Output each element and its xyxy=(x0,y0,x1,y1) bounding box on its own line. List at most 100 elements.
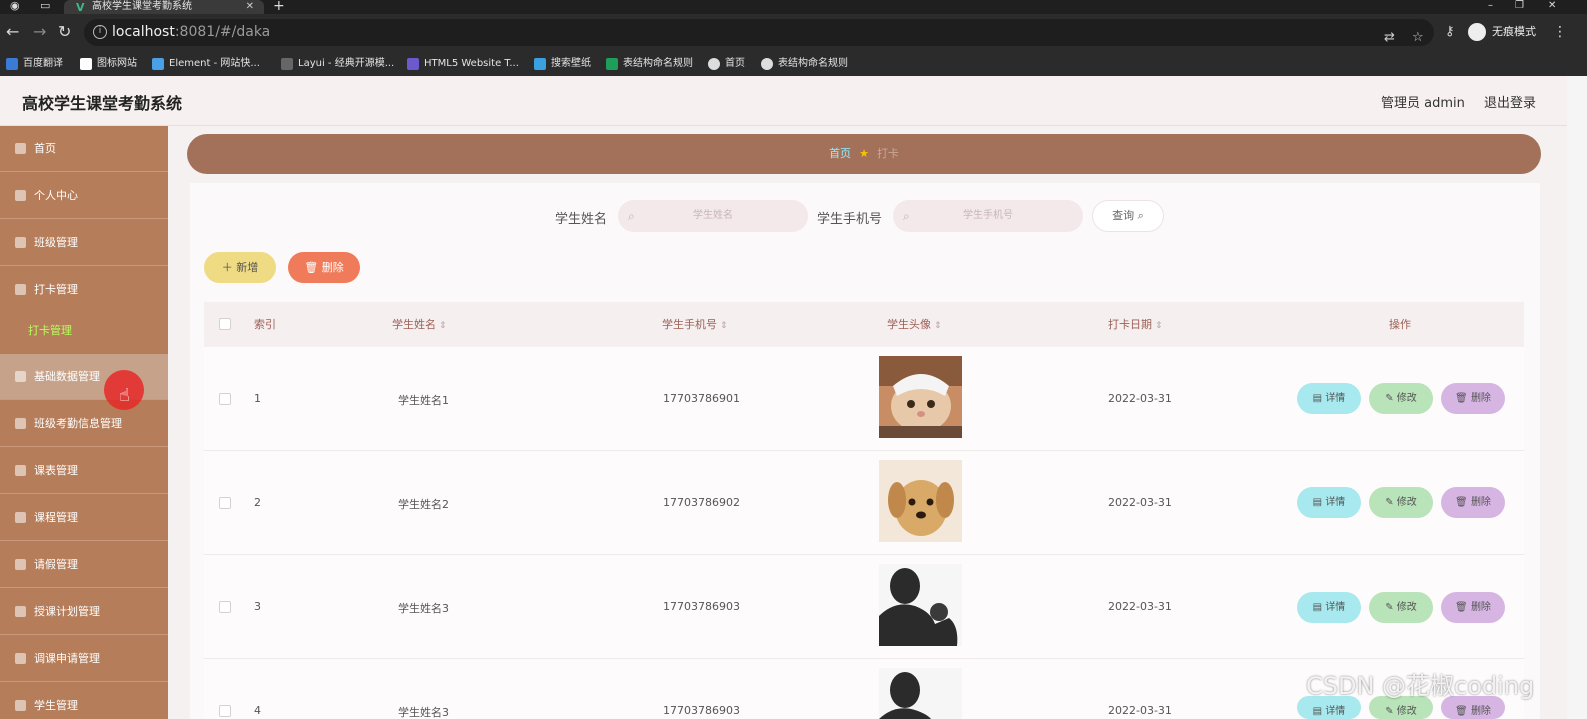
trash-icon: 🗑 xyxy=(1455,706,1468,717)
edit-button[interactable]: ✎ 修改 xyxy=(1369,592,1433,623)
watermark: CSDN @花椒coding xyxy=(1306,672,1535,700)
sidebar-item-home[interactable]: 首页 xyxy=(0,126,168,172)
column-header-phone[interactable]: 学生手机号 ⇕ xyxy=(662,316,728,332)
bookmark-item[interactable]: HTML5 Website T... xyxy=(407,55,519,73)
tab-title: 高校学生课堂考勤系统 xyxy=(92,1,192,12)
sidebar-item-teaching-plan[interactable]: 授课计划管理 xyxy=(0,589,168,635)
delete-button[interactable]: 🗑 删除 xyxy=(1441,487,1505,518)
document-icon: ▤ xyxy=(1312,706,1323,717)
incognito-profile[interactable]: 无痕模式 xyxy=(1468,20,1536,44)
column-header-avatar[interactable]: 学生头像 ⇕ xyxy=(887,316,942,332)
row-checkbox[interactable] xyxy=(219,497,231,509)
sidebar-item-timetable[interactable]: 课表管理 xyxy=(0,448,168,494)
pencil-icon: ✎ xyxy=(1385,706,1394,717)
back-icon[interactable]: ← xyxy=(6,24,19,40)
pencil-icon: ✎ xyxy=(1385,497,1394,508)
url-host: localhost xyxy=(112,24,175,40)
row-checkbox[interactable] xyxy=(219,705,231,717)
bookmark-item[interactable]: Element - 网站快... xyxy=(152,55,260,73)
row-checkbox[interactable] xyxy=(219,393,231,405)
sidebar-item-class-attendance[interactable]: 班级考勤信息管理 xyxy=(0,401,168,447)
tab-overview-icon[interactable]: ▭ xyxy=(40,0,50,14)
document-icon: ▤ xyxy=(1312,602,1323,613)
query-button[interactable]: 查询 ⌕ xyxy=(1092,200,1164,232)
sidebar-item-student[interactable]: 学生管理 xyxy=(0,683,168,719)
class-icon xyxy=(15,237,26,248)
new-tab-icon[interactable]: + xyxy=(273,0,285,13)
bookmarks-bar: 百度翻译 图标网站 Element - 网站快... Layui - 经典开源模… xyxy=(0,52,1587,76)
student-icon xyxy=(15,700,26,711)
more-menu-icon[interactable]: ⋮ xyxy=(1553,24,1567,40)
logout-link[interactable]: 退出登录 xyxy=(1484,92,1536,111)
sort-icon[interactable]: ⇕ xyxy=(439,321,447,331)
sidebar-item-class[interactable]: 班级管理 xyxy=(0,220,168,266)
cat-avatar-image xyxy=(879,356,962,438)
trash-icon: 🗑 xyxy=(304,261,319,274)
detail-button[interactable]: ▤ 详情 xyxy=(1297,383,1361,414)
url-field[interactable]: i localhost:8081/#/daka ⇄ ☆ xyxy=(84,19,1434,46)
edit-button[interactable]: ✎ 修改 xyxy=(1369,383,1433,414)
phone-search-input[interactable]: ⌕ 学生手机号 xyxy=(893,200,1083,232)
column-header-index: 索引 xyxy=(254,318,276,331)
translate-icon[interactable]: ⇄ xyxy=(1384,24,1395,51)
forward-icon[interactable]: → xyxy=(33,24,46,40)
name-search-input[interactable]: ⌕ 学生姓名 xyxy=(618,200,808,232)
sort-icon[interactable]: ⇕ xyxy=(934,321,942,331)
bookmark-item[interactable]: 首页 xyxy=(708,55,745,73)
site-info-icon[interactable]: i xyxy=(93,25,107,39)
row-date: 2022-03-31 xyxy=(1108,496,1172,509)
sidebar-item-profile[interactable]: 个人中心 xyxy=(0,173,168,219)
key-icon[interactable]: ⚷ xyxy=(1445,24,1455,40)
url-path: :8081/#/daka xyxy=(174,24,271,40)
breadcrumb: 首页 ★ 打卡 xyxy=(187,134,1541,174)
batch-delete-button[interactable]: 🗑 删除 xyxy=(288,252,360,283)
plan-icon xyxy=(15,606,26,617)
delete-button[interactable]: 🗑 删除 xyxy=(1441,592,1505,623)
bookmark-item[interactable]: Layui - 经典开源模... xyxy=(281,55,394,73)
timetable-icon xyxy=(15,465,26,476)
sidebar-subitem-checkin[interactable]: 打卡管理 xyxy=(0,308,168,354)
detail-button[interactable]: ▤ 详情 xyxy=(1297,592,1361,623)
maximize-icon[interactable]: ❐ xyxy=(1515,0,1524,12)
current-user: 管理员 admin xyxy=(1381,96,1465,111)
pencil-icon: ✎ xyxy=(1385,393,1394,404)
sort-icon[interactable]: ⇕ xyxy=(720,321,728,331)
sidebar: 首页 个人中心 班级管理 打卡管理 打卡管理 基础数据管理 班级考勤信息管理 课… xyxy=(0,126,168,719)
bookmark-item[interactable]: 搜索壁纸 xyxy=(534,55,591,73)
row-name: 学生姓名3 xyxy=(398,706,449,719)
add-button[interactable]: ＋ 新增 xyxy=(204,252,276,283)
delete-button[interactable]: 🗑 删除 xyxy=(1441,383,1505,414)
tab-close-icon[interactable]: ✕ xyxy=(246,0,254,13)
sidebar-item-leave[interactable]: 请假管理 xyxy=(0,542,168,588)
breadcrumb-home[interactable]: 首页 xyxy=(829,147,851,160)
row-date: 2022-03-31 xyxy=(1108,392,1172,405)
column-header-date[interactable]: 打卡日期 ⇕ xyxy=(1108,316,1163,332)
vue-logo-icon: V xyxy=(76,1,85,14)
bookmark-item[interactable]: 表结构命名规则 xyxy=(761,55,848,73)
row-checkbox[interactable] xyxy=(219,601,231,613)
reload-icon[interactable]: ↻ xyxy=(58,24,71,40)
sort-icon[interactable]: ⇕ xyxy=(1155,321,1163,331)
detail-button[interactable]: ▤ 详情 xyxy=(1297,487,1361,518)
select-all-checkbox[interactable] xyxy=(219,318,231,330)
edit-button[interactable]: ✎ 修改 xyxy=(1369,487,1433,518)
row-index: 3 xyxy=(254,600,261,613)
minimize-icon[interactable]: – xyxy=(1488,0,1493,12)
profile-label: 无痕模式 xyxy=(1492,25,1536,38)
silhouette-avatar-image xyxy=(879,668,962,719)
sidebar-item-course[interactable]: 课程管理 xyxy=(0,495,168,541)
sidebar-item-reschedule[interactable]: 调课申请管理 xyxy=(0,636,168,682)
plus-icon: ＋ xyxy=(221,261,233,274)
document-icon: ▤ xyxy=(1312,497,1323,508)
column-header-name[interactable]: 学生姓名 ⇕ xyxy=(392,316,447,332)
bookmark-item[interactable]: 图标网站 xyxy=(80,55,137,73)
sidebar-item-checkin[interactable]: 打卡管理 xyxy=(0,267,168,313)
window-close-icon[interactable]: ✕ xyxy=(1548,0,1556,12)
browser-tab[interactable]: V 高校学生课堂考勤系统 ✕ xyxy=(64,0,264,14)
bookmark-item[interactable]: 表结构命名规则 xyxy=(606,55,693,73)
app-header: 高校学生课堂考勤系统 管理员 admin 退出登录 xyxy=(0,76,1567,126)
bookmark-star-icon[interactable]: ☆ xyxy=(1412,24,1424,51)
phone-search-label: 学生手机号 xyxy=(817,212,883,227)
browser-menu-icon[interactable]: ◉ xyxy=(10,0,20,14)
bookmark-item[interactable]: 百度翻译 xyxy=(6,55,63,73)
